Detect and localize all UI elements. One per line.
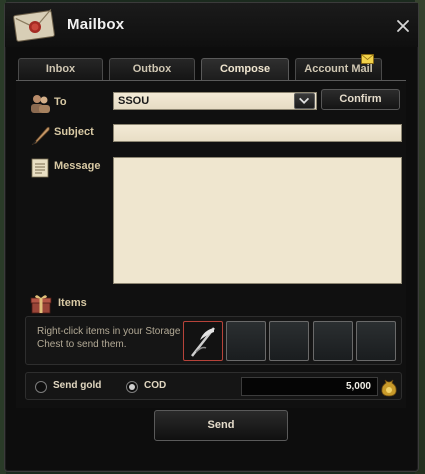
- send-button[interactable]: Send: [154, 410, 288, 441]
- new-mail-icon: [361, 54, 374, 64]
- payment-panel: Send gold COD 5,000: [25, 372, 402, 400]
- tab-outbox[interactable]: Outbox: [109, 58, 195, 80]
- mailbox-tabs: Inbox Outbox Compose Account Mail: [12, 58, 382, 80]
- cod-radio[interactable]: [126, 381, 138, 393]
- close-icon[interactable]: [392, 15, 414, 37]
- gold-amount-field[interactable]: 5,000: [241, 377, 378, 396]
- tab-inbox[interactable]: Inbox: [18, 58, 103, 80]
- quill-icon: [31, 126, 50, 145]
- message-label: Message: [54, 160, 101, 172]
- item-slot-5[interactable]: [356, 321, 396, 361]
- to-label: To: [54, 96, 67, 108]
- subject-field[interactable]: [113, 124, 402, 142]
- confirm-button[interactable]: Confirm: [321, 89, 400, 110]
- gold-pouch-icon: [381, 379, 397, 397]
- item-slot-2[interactable]: [226, 321, 266, 361]
- gift-box-icon: [30, 295, 52, 314]
- item-slot-4[interactable]: [313, 321, 353, 361]
- cod-label: COD: [144, 380, 167, 391]
- item-slot-1[interactable]: [183, 321, 223, 361]
- item-slot-3[interactable]: [269, 321, 309, 361]
- note-icon: [31, 158, 49, 178]
- subject-label: Subject: [54, 126, 94, 138]
- recipient-field[interactable]: SSOU: [113, 92, 317, 110]
- recipient-dropdown[interactable]: [294, 93, 315, 109]
- items-panel: Right-click items in your Storage Chest …: [25, 316, 402, 365]
- send-gold-label: Send gold: [53, 380, 102, 391]
- recipient-icon: [31, 95, 50, 113]
- title-bar: Mailbox: [5, 3, 418, 47]
- items-label: Items: [58, 297, 87, 309]
- scythe-item-icon: [191, 327, 215, 357]
- envelope-seal-icon: [13, 9, 55, 42]
- items-hint: Right-click items in your Storage Chest …: [37, 326, 181, 350]
- chevron-down-icon: [299, 97, 310, 104]
- tab-compose[interactable]: Compose: [201, 58, 289, 80]
- message-field[interactable]: [113, 157, 402, 284]
- window-title: Mailbox: [67, 16, 125, 33]
- send-gold-radio[interactable]: [35, 381, 47, 393]
